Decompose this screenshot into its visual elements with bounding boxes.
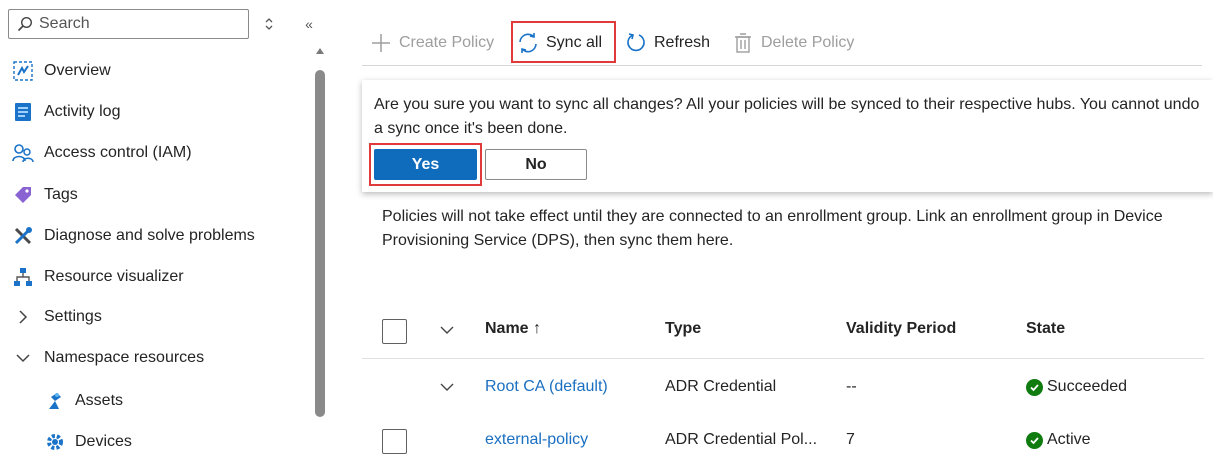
wrench-icon	[12, 225, 34, 247]
plus-icon	[370, 32, 392, 54]
row-expand-chevron-icon[interactable]	[437, 377, 457, 397]
policy-state: Succeeded	[1026, 378, 1127, 396]
sidebar-item-access-control[interactable]: Access control (IAM)	[0, 135, 300, 171]
sidebar-item-diagnose[interactable]: Diagnose and solve problems	[0, 218, 300, 254]
success-check-icon	[1026, 431, 1043, 449]
sort-toggle-icon[interactable]	[258, 13, 280, 35]
delete-policy-button[interactable]: Delete Policy	[732, 24, 854, 62]
scroll-thumb[interactable]	[315, 70, 325, 417]
command-bar: Create Policy Sync all Refresh Delete Po…	[362, 20, 1202, 66]
policy-name-link[interactable]: external-policy	[485, 431, 588, 449]
policy-validity: 7	[846, 431, 855, 448]
search-input[interactable]	[39, 13, 239, 35]
sidebar-item-resource-visualizer[interactable]: Resource visualizer	[0, 259, 300, 295]
policy-type: ADR Credential	[665, 378, 777, 395]
column-header-state[interactable]: State	[1026, 320, 1065, 338]
refresh-icon	[625, 32, 647, 54]
row-checkbox[interactable]	[382, 429, 407, 454]
sidebar-item-tags[interactable]: Tags	[0, 177, 300, 213]
search-icon	[17, 16, 33, 32]
sync-confirmation-dialog: Are you sure you want to sync all change…	[362, 80, 1213, 192]
policy-name-link[interactable]: Root CA (default)	[485, 378, 608, 396]
device-gear-icon	[44, 431, 66, 453]
scroll-up-arrow-icon[interactable]	[316, 48, 324, 54]
sidebar-item-settings[interactable]: Settings	[0, 299, 300, 335]
sidebar-item-devices[interactable]: Devices	[0, 424, 300, 460]
people-icon	[12, 142, 34, 164]
collapse-sidebar-icon[interactable]: «	[298, 13, 320, 35]
header-divider	[362, 358, 1204, 359]
column-header-validity[interactable]: Validity Period	[846, 320, 956, 338]
tag-icon	[12, 184, 34, 206]
policy-validity: --	[846, 378, 857, 395]
trash-icon	[732, 32, 754, 54]
chevron-down-icon	[12, 347, 34, 369]
refresh-button[interactable]: Refresh	[625, 24, 710, 62]
policy-type: ADR Credential Pol...	[665, 431, 818, 448]
yes-highlight	[369, 143, 482, 186]
column-header-type[interactable]: Type	[665, 320, 701, 338]
sidebar-item-activity-log[interactable]: Activity log	[0, 94, 300, 130]
no-button[interactable]: No	[485, 149, 587, 180]
select-all-checkbox[interactable]	[382, 319, 407, 344]
search-box[interactable]	[8, 9, 249, 39]
info-text: Policies will not take effect until they…	[382, 208, 1163, 249]
success-check-icon	[1026, 378, 1043, 396]
asset-icon	[44, 390, 66, 412]
chevron-right-icon	[12, 306, 34, 328]
overview-icon	[12, 60, 34, 82]
policy-state: Active	[1026, 431, 1091, 449]
sidebar: « Overview Activity log Access control (…	[0, 0, 330, 462]
sidebar-item-namespace-resources[interactable]: Namespace resources	[0, 340, 300, 376]
confirmation-message: Are you sure you want to sync all change…	[374, 96, 1200, 137]
sidebar-item-assets[interactable]: Assets	[0, 383, 300, 419]
activity-log-icon	[12, 101, 34, 123]
expand-all-chevron-icon[interactable]	[437, 320, 457, 340]
create-policy-button[interactable]: Create Policy	[370, 24, 494, 62]
sync-all-highlight	[511, 21, 616, 63]
sidebar-scrollbar[interactable]	[314, 48, 326, 462]
hierarchy-icon	[12, 266, 34, 288]
sidebar-item-overview[interactable]: Overview	[0, 53, 300, 89]
column-header-name[interactable]: Name ↑	[485, 320, 541, 338]
